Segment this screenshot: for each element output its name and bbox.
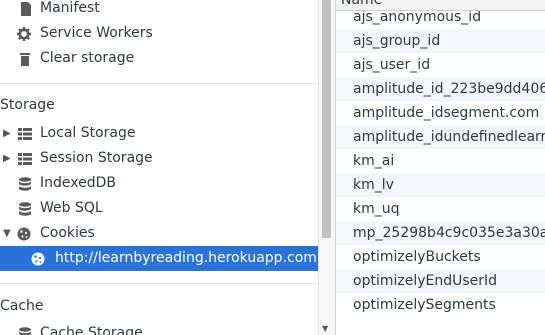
sidebar-item-label: Manifest xyxy=(40,0,100,16)
cookie-name-cell: optimizelyEndUserId xyxy=(353,273,498,289)
expand-arrow-icon[interactable]: ▶ xyxy=(3,146,13,171)
cookie-name-cell: ajs_group_id xyxy=(353,33,441,49)
cookie-name-cell: ajs_user_id xyxy=(353,57,431,73)
table-row[interactable]: amplitude_idundefinedlearn xyxy=(336,125,545,149)
sidebar-item-label: Service Workers xyxy=(40,25,153,41)
cookie-name-cell: mp_25298b4c9c035e3a30a6 xyxy=(353,225,545,241)
collapse-arrow-icon[interactable]: ▼ xyxy=(3,221,13,246)
table-row[interactable]: amplitude_idsegment.com xyxy=(336,101,545,125)
sidebar-item-label: http://learnbyreading.herokuapp.com xyxy=(55,250,317,266)
cookie-name-cell: km_uq xyxy=(353,201,400,217)
sidebar-item-session-storage[interactable]: ▶ Session Storage xyxy=(0,146,318,171)
sidebar-item-label: IndexedDB xyxy=(40,175,116,191)
sidebar-scrollbar[interactable]: ▼ xyxy=(318,0,335,335)
storage-section-heading: Storage xyxy=(0,97,55,113)
table-row[interactable]: mp_25298b4c9c035e3a30a6 xyxy=(336,221,545,245)
table-row[interactable]: km_ai xyxy=(336,149,545,173)
table-row[interactable]: optimizelyBuckets xyxy=(336,245,545,269)
sidebar-item-label: Web SQL xyxy=(40,200,103,216)
table-row[interactable]: ajs_user_id xyxy=(336,53,545,77)
application-sidebar: Manifest Service Workers Clear storage S… xyxy=(0,0,318,335)
table-row[interactable]: km_uq xyxy=(336,197,545,221)
sidebar-item-web-sql[interactable]: Web SQL xyxy=(0,196,318,221)
cookie-name-cell: optimizelyBuckets xyxy=(353,249,481,265)
expand-arrow-icon[interactable]: ▶ xyxy=(3,121,13,146)
cookie-name-cell: amplitude_id_223be9dd4063 xyxy=(353,81,545,97)
sidebar-item-label: Local Storage xyxy=(40,125,136,141)
cookie-icon xyxy=(31,252,45,266)
sidebar-item-service-workers[interactable]: Service Workers xyxy=(0,21,318,46)
sidebar-item-indexeddb[interactable]: IndexedDB xyxy=(0,171,318,196)
cookie-name-cell: km_lv xyxy=(353,177,394,193)
table-row[interactable]: optimizelySegments xyxy=(336,293,545,317)
cookie-name-cell: amplitude_idsegment.com xyxy=(353,105,540,121)
section-divider xyxy=(0,283,318,284)
sidebar-item-manifest[interactable]: Manifest xyxy=(0,0,318,21)
table-row[interactable]: ajs_group_id xyxy=(336,29,545,53)
sidebar-item-cookie-origin[interactable]: http://learnbyreading.herokuapp.com xyxy=(0,246,318,271)
table-header[interactable]: Name xyxy=(336,0,545,11)
cookie-name-cell: optimizelySegments xyxy=(353,297,496,313)
table-row[interactable]: km_lv xyxy=(336,173,545,197)
gear-icon xyxy=(17,27,31,41)
grid-icon xyxy=(18,128,32,140)
sidebar-item-label: Cookies xyxy=(40,225,95,241)
cookie-name-cell: km_ai xyxy=(353,153,395,169)
scrollbar-thumb[interactable] xyxy=(322,0,331,238)
table-row[interactable]: amplitude_id_223be9dd4063 xyxy=(336,77,545,101)
sidebar-item-label: Session Storage xyxy=(40,150,153,166)
sidebar-item-clear-storage[interactable]: Clear storage xyxy=(0,46,318,71)
database-icon xyxy=(19,177,31,191)
column-header-name[interactable]: Name xyxy=(341,0,382,8)
sidebar-item-local-storage[interactable]: ▶ Local Storage xyxy=(0,121,318,146)
cache-section-heading: Cache xyxy=(0,298,44,314)
document-icon xyxy=(21,2,31,16)
table-row[interactable]: optimizelyEndUserId xyxy=(336,269,545,293)
cookie-icon xyxy=(17,227,31,241)
sidebar-item-cache-storage[interactable]: Cache Storage xyxy=(0,321,318,335)
cookies-table: ajs_anonymous_id ajs_group_id ajs_user_i… xyxy=(335,0,545,335)
cookie-name-cell: amplitude_idundefinedlearn xyxy=(353,129,545,145)
scroll-down-arrow-icon[interactable]: ▼ xyxy=(322,324,328,333)
sidebar-item-cookies[interactable]: ▼ Cookies xyxy=(0,221,318,246)
database-icon xyxy=(19,202,31,216)
trash-icon xyxy=(20,53,30,66)
sidebar-item-label: Cache Storage xyxy=(40,325,143,335)
database-icon xyxy=(19,327,31,335)
sidebar-item-label: Clear storage xyxy=(40,50,135,66)
grid-icon xyxy=(18,153,32,165)
section-divider xyxy=(0,83,318,84)
